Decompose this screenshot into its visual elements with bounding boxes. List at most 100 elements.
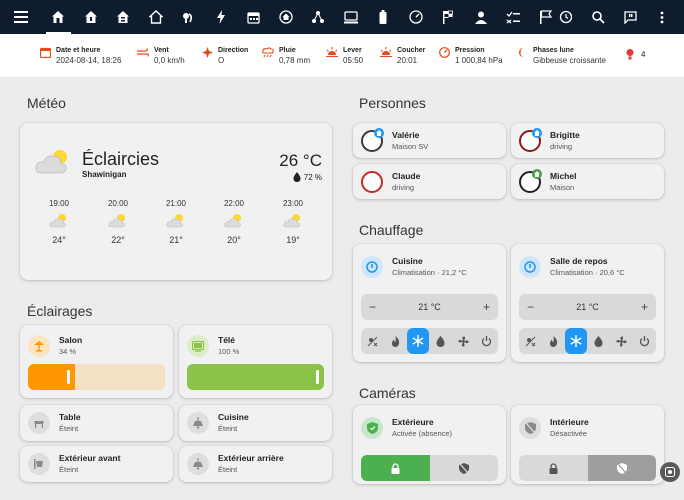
- light-name: Cuisine: [218, 412, 249, 422]
- lamp-icon[interactable]: [28, 335, 50, 357]
- gauge-icon[interactable]: [400, 0, 433, 34]
- flag-checkered-icon[interactable]: [432, 0, 465, 34]
- ceiling-light-icon[interactable]: [187, 453, 209, 475]
- mode-auto-button[interactable]: [519, 328, 542, 354]
- floor-2-icon[interactable]: [107, 0, 140, 34]
- mode-fan-button[interactable]: [452, 328, 475, 354]
- person-state: driving: [550, 142, 573, 151]
- mode-dry-button[interactable]: [429, 328, 452, 354]
- network-icon[interactable]: [302, 0, 335, 34]
- shield-off-icon[interactable]: [519, 417, 541, 439]
- tv-icon[interactable]: [187, 335, 209, 357]
- alarm-mode-selector: [361, 455, 498, 481]
- alarm-card-exterieure[interactable]: Extérieure Activée (absence): [353, 405, 506, 484]
- fan-icon: [458, 335, 469, 347]
- arm-button[interactable]: [361, 455, 430, 481]
- account-icon[interactable]: [465, 0, 498, 34]
- shield-off-icon: [458, 462, 469, 474]
- thermostat-icon[interactable]: [361, 256, 383, 278]
- increase-button[interactable]: +: [483, 300, 490, 314]
- ceiling-light-icon[interactable]: [187, 412, 209, 434]
- disarm-button[interactable]: [587, 455, 656, 481]
- person-card-michel[interactable]: Michel Maison: [511, 164, 664, 199]
- status-value: 0,0 km/h: [154, 56, 185, 65]
- home-badge-icon: [532, 128, 542, 138]
- forecast-temp: 24°: [52, 235, 66, 245]
- status-value: O: [218, 56, 225, 65]
- weather-icon[interactable]: [172, 0, 205, 34]
- person-card-valerie[interactable]: Valérie Maison SV: [353, 123, 506, 158]
- light-card-table[interactable]: Table Éteint: [20, 405, 173, 441]
- mode-off-button[interactable]: [633, 328, 656, 354]
- status-wind: Vent 0,0 km/h: [137, 46, 185, 66]
- camera-name: Extérieure: [392, 417, 434, 427]
- decrease-button[interactable]: −: [527, 300, 534, 314]
- decrease-button[interactable]: −: [369, 300, 376, 314]
- forecast-hour: 20:00 22°: [98, 199, 138, 245]
- history-icon[interactable]: [550, 0, 582, 34]
- mode-cool-button[interactable]: [564, 328, 588, 354]
- light-card-salon[interactable]: Salon 34 %: [20, 325, 173, 398]
- mode-heat-button[interactable]: [542, 328, 565, 354]
- light-card-tele[interactable]: Télé 100 %: [179, 325, 332, 398]
- arm-button[interactable]: [519, 455, 588, 481]
- slider-handle[interactable]: [67, 370, 70, 384]
- person-name: Brigitte: [550, 130, 580, 140]
- table-lamp-icon[interactable]: [28, 412, 50, 434]
- status-alerts[interactable]: 4: [626, 49, 645, 60]
- slider-handle[interactable]: [316, 370, 319, 384]
- battery-icon[interactable]: [367, 0, 400, 34]
- avatar: [361, 128, 384, 152]
- thermostat-icon[interactable]: [519, 256, 541, 278]
- person-card-claude[interactable]: Claude driving: [353, 164, 506, 199]
- slider-fill: [187, 364, 324, 390]
- person-state: Maison: [550, 183, 575, 192]
- light-card-exterieur-arriere[interactable]: Extérieur arrière Éteint: [179, 446, 332, 482]
- mode-dry-button[interactable]: [587, 328, 610, 354]
- mode-cool-button[interactable]: [406, 328, 430, 354]
- brightness-slider[interactable]: [187, 364, 324, 390]
- calendar-icon[interactable]: [237, 0, 270, 34]
- mode-off-button[interactable]: [475, 328, 498, 354]
- alarm-card-interieure[interactable]: Intérieure Désactivée: [511, 405, 664, 484]
- power-icon: [639, 335, 650, 346]
- disarm-button[interactable]: [430, 455, 499, 481]
- mode-auto-button[interactable]: [361, 328, 384, 354]
- forecast-temp: 19°: [286, 235, 300, 245]
- outdoor-house-icon[interactable]: [140, 0, 173, 34]
- brightness-slider[interactable]: [28, 364, 165, 390]
- floor-1-icon[interactable]: [75, 0, 108, 34]
- wall-light-icon[interactable]: [28, 453, 50, 475]
- assist-icon[interactable]: [614, 0, 646, 34]
- partly-cloudy-icon: [49, 214, 66, 228]
- gauge-icon: [439, 47, 450, 58]
- person-name: Michel: [550, 171, 577, 181]
- status-value: 1 000,84 hPa: [455, 56, 503, 65]
- light-card-cuisine[interactable]: Cuisine Éteint: [179, 405, 332, 441]
- search-icon[interactable]: [582, 0, 614, 34]
- home-icon[interactable]: [42, 0, 75, 34]
- rain-icon: [262, 47, 274, 58]
- avatar: [361, 171, 383, 193]
- home-circle-icon[interactable]: [270, 0, 303, 34]
- thermostat-card-cuisine[interactable]: Cuisine Climatisation · 21,2 °C − 21 °C …: [353, 244, 506, 362]
- forecast-hour: 21:00 21°: [156, 199, 196, 245]
- mode-heat-button[interactable]: [384, 328, 407, 354]
- screenshot-icon[interactable]: [660, 462, 680, 482]
- person-card-brigitte[interactable]: Brigitte driving: [511, 123, 664, 158]
- forecast-temp: 20°: [227, 235, 241, 245]
- menu-icon[interactable]: [0, 0, 42, 34]
- increase-button[interactable]: +: [641, 300, 648, 314]
- thermostat-card-salle-de-repos[interactable]: Salle de repos Climatisation · 20,6 °C −…: [511, 244, 664, 362]
- more-vert-icon[interactable]: [646, 0, 678, 34]
- server-icon[interactable]: [335, 0, 368, 34]
- shield-icon[interactable]: [361, 417, 383, 439]
- mode-fan-button[interactable]: [610, 328, 633, 354]
- sunset-icon: [380, 47, 392, 58]
- light-name: Extérieur avant: [59, 453, 121, 463]
- checklist-icon[interactable]: [497, 0, 530, 34]
- energy-icon[interactable]: [205, 0, 238, 34]
- light-card-exterieur-avant[interactable]: Extérieur avant Éteint: [20, 446, 173, 482]
- weather-card[interactable]: Éclaircies Shawinigan 26 °C 72 % 19:00 2…: [20, 123, 332, 280]
- sun-snow-icon: [525, 336, 536, 346]
